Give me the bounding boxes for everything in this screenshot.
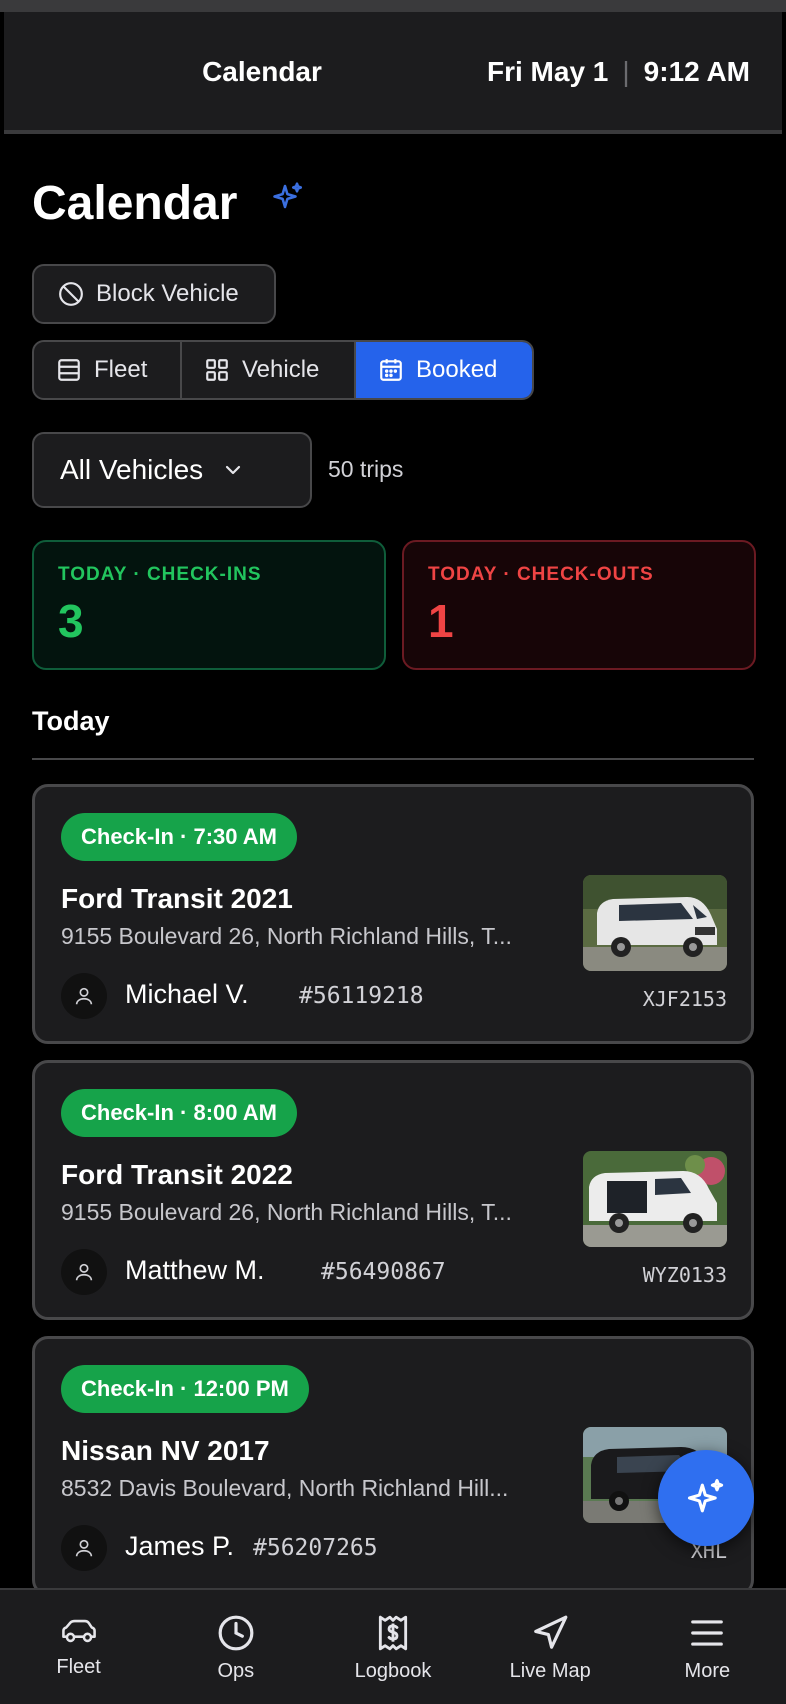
tab-live-map[interactable]: Live Map <box>472 1590 629 1704</box>
vehicle-name: Ford Transit 2022 <box>61 1159 293 1190</box>
bottom-tab-bar: Fleet Ops Logbook Live Map More <box>0 1588 786 1704</box>
view-option-vehicle[interactable]: Vehicle <box>182 342 356 398</box>
license-plate: WYZ0133 <box>642 1263 727 1287</box>
license-plate: XJF2153 <box>642 987 727 1011</box>
section-title-today: Today <box>32 706 110 736</box>
stat-checkouts: TODAY · CHECK-OUTS 1 <box>402 540 756 670</box>
view-option-label: Vehicle <box>242 356 320 383</box>
status-time: 9:12 AM <box>643 56 750 87</box>
stat-checkins-label: TODAY · CHECK-INS <box>58 564 262 585</box>
status-bar-title: Calendar <box>202 56 322 87</box>
status-bar-clock: Fri May 1 | 9:12 AM <box>487 56 750 88</box>
checkin-badge: Check-In · 8:00 AM <box>61 1089 298 1137</box>
booking-number: #56490867 <box>321 1259 446 1285</box>
driver-name: Michael V. <box>125 979 249 1009</box>
tab-more[interactable]: More <box>629 1590 786 1704</box>
trip-address: 9155 Boulevard 26, North Richland Hills,… <box>61 1199 512 1225</box>
driver-name: Matthew M. <box>125 1255 265 1285</box>
booking-number: #56207265 <box>253 1535 378 1561</box>
sparkle-icon <box>687 1479 724 1513</box>
vehicle-filter-select[interactable]: All Vehicles <box>32 432 312 508</box>
block-vehicle-label: Block Vehicle <box>96 280 239 307</box>
navigation-icon <box>534 1615 568 1649</box>
user-icon <box>61 973 107 1019</box>
stat-checkins-value: 3 <box>58 595 84 647</box>
menu-icon <box>691 1620 724 1646</box>
trip-address: 8532 Davis Boulevard, North Richland Hil… <box>61 1475 509 1501</box>
view-toggle: Fleet Vehicle Booked <box>32 340 534 400</box>
vehicle-photo <box>583 875 727 971</box>
user-icon <box>61 1525 107 1571</box>
stat-checkouts-label: TODAY · CHECK-OUTS <box>428 564 654 585</box>
tab-logbook[interactable]: Logbook <box>314 1590 471 1704</box>
status-date: Fri May 1 <box>487 56 609 87</box>
section-divider <box>32 758 754 760</box>
list-icon <box>58 359 80 381</box>
view-option-fleet[interactable]: Fleet <box>34 342 182 398</box>
clock-icon <box>218 1615 254 1651</box>
trip-address: 9155 Boulevard 26, North Richland Hills,… <box>61 923 512 949</box>
stat-checkouts-value: 1 <box>428 595 454 647</box>
vehicle-name: Nissan NV 2017 <box>61 1435 270 1466</box>
receipt-icon <box>378 1615 408 1651</box>
trip-card[interactable]: Check-In · 7:30 AM Ford Transit 2021 915… <box>32 784 754 1044</box>
trip-card[interactable]: Check-In · 12:00 PM Nissan NV 2017 8532 … <box>32 1336 754 1596</box>
checkin-badge: Check-In · 7:30 AM <box>61 813 298 861</box>
grid-icon <box>206 359 228 381</box>
tab-label: Fleet <box>56 1656 101 1678</box>
user-icon <box>61 1249 107 1295</box>
status-separator: | <box>622 56 630 87</box>
sparkle-icon[interactable] <box>270 180 306 216</box>
trip-card[interactable]: Check-In · 8:00 AM Ford Transit 2022 915… <box>32 1060 754 1320</box>
vehicle-name: Ford Transit 2021 <box>61 883 293 914</box>
block-vehicle-button[interactable]: Block Vehicle <box>32 264 276 324</box>
tab-label: Ops <box>217 1660 255 1682</box>
tab-fleet[interactable]: Fleet <box>0 1590 157 1704</box>
status-bar: Calendar Fri May 1 | 9:12 AM <box>4 12 782 134</box>
booking-number: #56119218 <box>299 983 424 1009</box>
tab-label: Logbook <box>354 1660 432 1682</box>
page-title: Calendar <box>32 177 238 230</box>
vehicle-photo <box>583 1151 727 1247</box>
tab-label: Live Map <box>509 1660 591 1682</box>
view-option-label: Fleet <box>94 356 148 383</box>
chevron-down-icon <box>226 465 241 475</box>
calendar-icon <box>380 359 402 381</box>
ai-assistant-button[interactable] <box>658 1450 754 1546</box>
driver-name: James P. <box>125 1531 235 1561</box>
tab-ops[interactable]: Ops <box>157 1590 314 1704</box>
stat-checkins: TODAY · CHECK-INS 3 <box>32 540 386 670</box>
trip-count: 50 trips <box>328 456 404 482</box>
view-option-label: Booked <box>416 356 498 383</box>
top-strip <box>0 0 786 12</box>
checkin-badge: Check-In · 12:00 PM <box>61 1365 309 1413</box>
car-icon <box>61 1619 96 1643</box>
ban-icon <box>59 282 83 306</box>
view-option-booked[interactable]: Booked <box>356 342 532 398</box>
tab-label: More <box>684 1660 731 1682</box>
vehicle-filter-value: All Vehicles <box>60 454 204 485</box>
